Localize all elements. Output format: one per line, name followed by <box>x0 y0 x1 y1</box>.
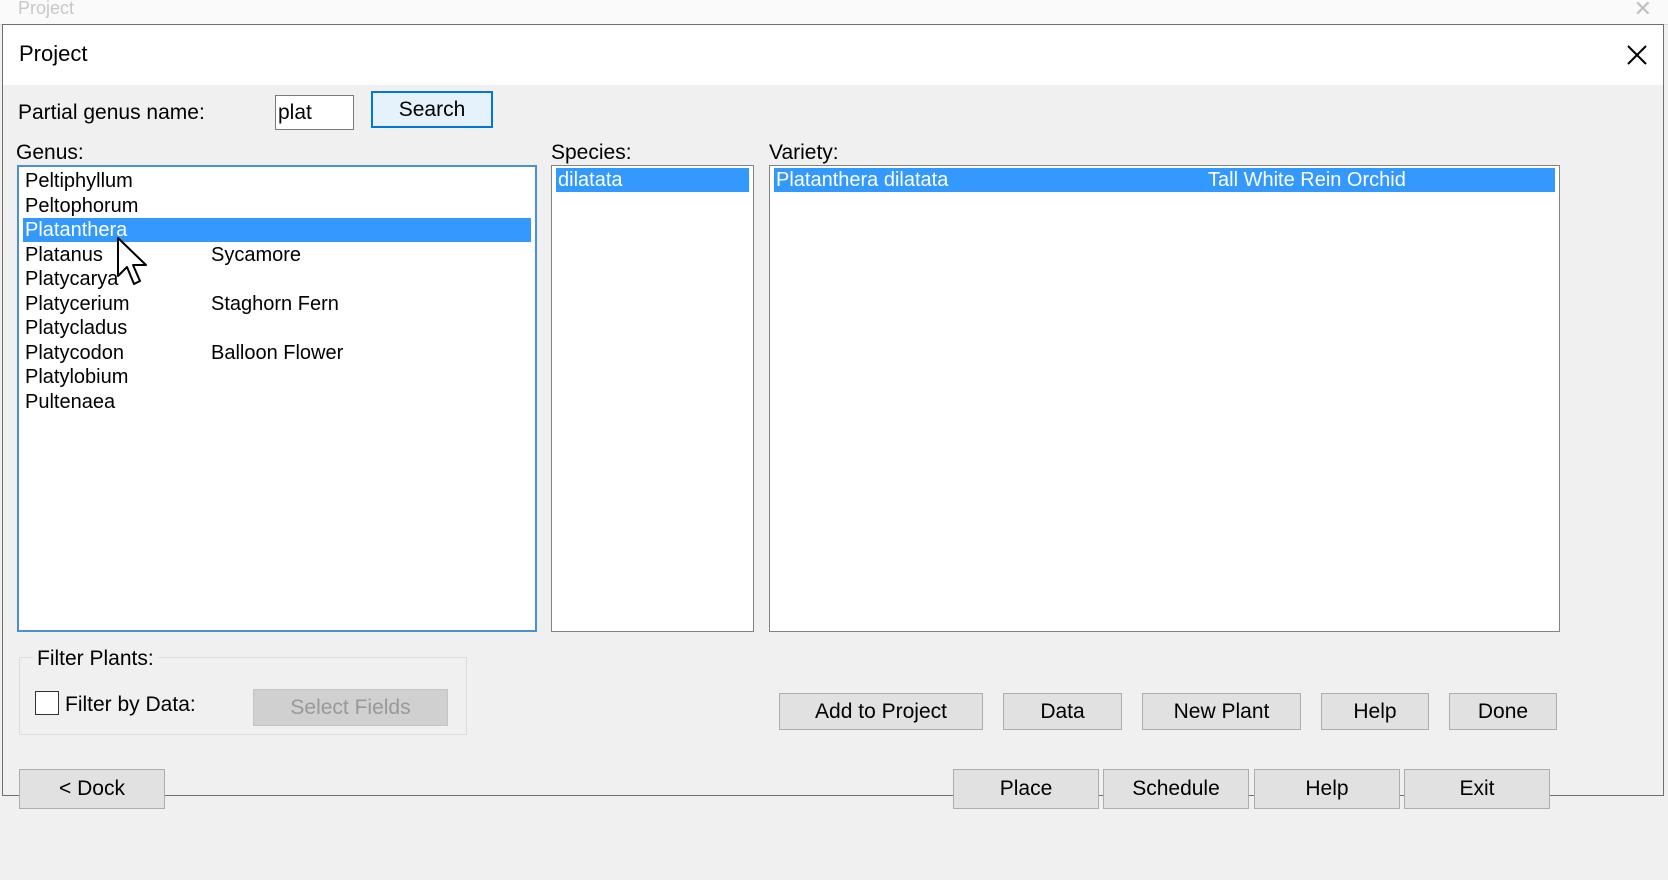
genus-list-item[interactable]: Platycodon Balloon Flower <box>23 341 531 365</box>
dialog-title: Project <box>19 41 88 66</box>
variety-label: Variety: <box>769 141 839 164</box>
schedule-button[interactable]: Schedule <box>1103 769 1249 809</box>
variety-list-item-name: Platanthera dilatata <box>776 169 949 191</box>
filter-plants-label: Filter Plants: <box>33 647 158 671</box>
close-button[interactable] <box>1615 33 1659 77</box>
done-button[interactable]: Done <box>1449 693 1557 730</box>
genus-list-item[interactable]: Platycerium Staghorn Fern <box>23 292 531 316</box>
genus-list-item-common-name: Balloon Flower <box>211 341 344 364</box>
genus-list-item[interactable]: Platanthera <box>23 218 531 242</box>
species-list-item[interactable]: dilatata <box>556 168 749 192</box>
partial-genus-input[interactable] <box>275 95 354 130</box>
filter-by-data-checkbox[interactable] <box>35 691 59 715</box>
genus-list-item-name: Platycladus <box>25 317 128 339</box>
genus-list-item-name: Platycodon <box>25 341 124 364</box>
genus-list-item-name: Peltiphyllum <box>25 170 133 192</box>
genus-list-item-name: Platanthera <box>25 219 128 241</box>
place-button[interactable]: Place <box>953 769 1099 809</box>
genus-list-item-name: Peltophorum <box>25 194 139 217</box>
variety-list-item[interactable]: Platanthera dilatata Tall White Rein Orch… <box>774 168 1555 192</box>
filter-by-data-label: Filter by Data: <box>65 693 196 716</box>
close-icon <box>1627 45 1647 65</box>
dialog-titlebar: Project <box>3 25 1663 85</box>
genus-list-item[interactable]: Platanus Sycamore <box>23 243 531 267</box>
genus-list-item-name: Platycarya <box>25 268 119 290</box>
help-button[interactable]: Help <box>1321 693 1429 730</box>
genus-list-item-name: Platycerium <box>25 292 130 315</box>
new-plant-button[interactable]: New Plant <box>1142 693 1301 730</box>
background-title: Project <box>18 0 75 18</box>
background-close-icon: ✕ <box>1633 0 1652 21</box>
variety-listbox[interactable]: Platanthera dilatata Tall White Rein Orch… <box>769 165 1560 632</box>
variety-list-item-common-name: Tall White Rein Orchid <box>1208 169 1406 191</box>
data-button[interactable]: Data <box>1003 693 1122 730</box>
search-button[interactable]: Search <box>371 91 493 128</box>
background-titlebar: Project ✕ <box>0 0 1668 25</box>
genus-list-item-name: Platylobium <box>25 366 129 388</box>
exit-button[interactable]: Exit <box>1404 769 1550 809</box>
genus-list-item[interactable]: Platycladus <box>23 316 531 340</box>
add-to-project-button[interactable]: Add to Project <box>779 693 983 730</box>
genus-listbox[interactable]: Peltiphyllum Peltophorum Platanthera Platan… <box>17 165 537 632</box>
genus-list-item-common-name: Staghorn Fern <box>211 292 339 315</box>
select-fields-button[interactable]: Select Fields <box>253 689 448 726</box>
genus-label: Genus: <box>16 141 84 164</box>
dock-button-main[interactable]: < Dock <box>19 769 165 809</box>
project-dialog: Project Partial genus name: Search Genus… <box>2 24 1664 796</box>
genus-list-item-name: Pultenaea <box>25 390 116 413</box>
genus-list-item[interactable]: Pultenaea <box>23 390 531 414</box>
genus-list-item-name: Platanus <box>25 243 103 266</box>
genus-list-item[interactable]: Peltiphyllum <box>23 169 531 193</box>
species-label: Species: <box>551 141 632 164</box>
bottom-help-button[interactable]: Help <box>1254 769 1400 809</box>
genus-list-item[interactable]: Platycarya <box>23 267 531 291</box>
genus-list-item[interactable]: Platylobium <box>23 365 531 389</box>
partial-genus-label: Partial genus name: <box>18 101 205 124</box>
species-list-item-name: dilatata <box>558 169 623 191</box>
species-listbox[interactable]: dilatata <box>551 165 754 632</box>
genus-list-item-common-name: Sycamore <box>211 243 302 266</box>
genus-list-item[interactable]: Peltophorum <box>23 194 531 218</box>
